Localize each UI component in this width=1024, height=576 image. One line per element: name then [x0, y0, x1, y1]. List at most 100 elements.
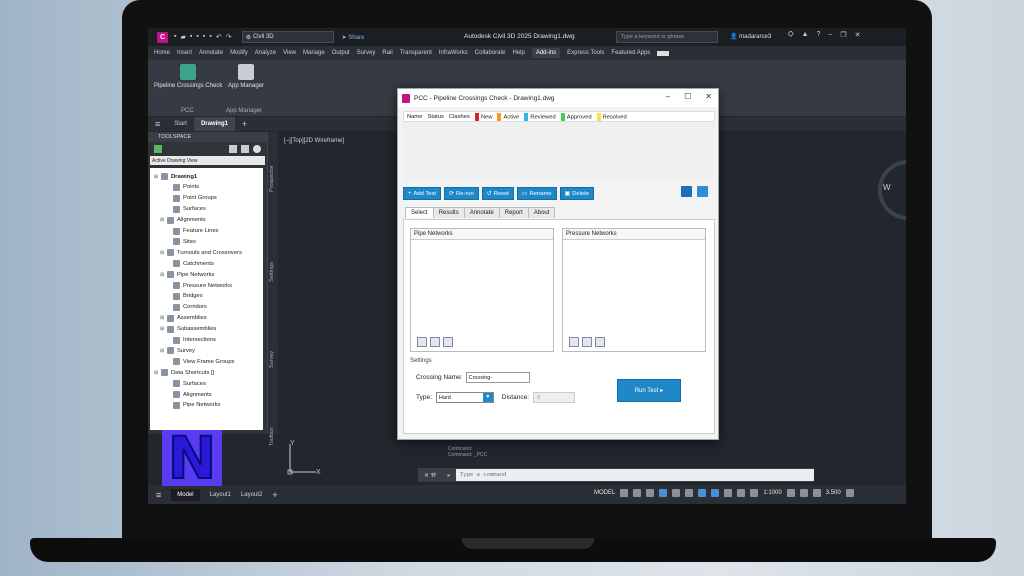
tree-item[interactable]: ⊞ Assemblies: [160, 313, 207, 324]
transparency-icon[interactable]: [724, 489, 733, 497]
ribbon-tab-insert[interactable]: Insert: [177, 50, 192, 56]
expand-icon[interactable]: ⊞: [160, 272, 165, 278]
dialog-minimize-icon[interactable]: –: [666, 92, 670, 101]
annotation-visibility-icon[interactable]: [750, 489, 759, 497]
toolspace-grid-icon[interactable]: [241, 145, 249, 153]
layout-menu-icon[interactable]: ≡: [156, 490, 161, 500]
add-test-button[interactable]: + Add Test: [403, 187, 441, 200]
tree-item[interactable]: Sites: [166, 236, 196, 247]
tree-item[interactable]: Alignments: [166, 389, 212, 400]
restore-icon[interactable]: ❐: [840, 31, 846, 39]
rerun-button[interactable]: ⟳ Re-run: [443, 187, 479, 200]
new-tab-button[interactable]: +: [235, 119, 254, 129]
ribbon-tab-infraworks[interactable]: InfraWorks: [439, 50, 468, 56]
plus-icon[interactable]: [799, 489, 808, 497]
print-icon[interactable]: ▪: [209, 33, 211, 41]
selection-cycling-icon[interactable]: [737, 489, 746, 497]
reset-button[interactable]: ↺ Reset: [481, 187, 514, 200]
isodraft-icon[interactable]: [672, 489, 681, 497]
tree-item[interactable]: Points: [166, 182, 199, 193]
toolspace-tree-icon[interactable]: [229, 145, 237, 153]
delete-button[interactable]: ▣ Delete: [559, 187, 594, 200]
ribbon-tab-express-tools[interactable]: Express Tools: [567, 50, 604, 56]
side-tab-prospector[interactable]: Prospector: [269, 165, 275, 192]
dialog-maximize-icon[interactable]: ☐: [684, 92, 691, 101]
tree-item[interactable]: Pressure Networks: [166, 280, 232, 291]
tabs-menu-icon[interactable]: ≡: [148, 119, 167, 129]
cart-icon[interactable]: ⛭: [788, 31, 794, 39]
select-all-icon[interactable]: [569, 337, 579, 347]
column-header-status[interactable]: Status: [427, 114, 443, 120]
autodesk-icon[interactable]: ▲: [802, 31, 809, 39]
close-icon[interactable]: ✕: [855, 31, 861, 39]
tree-item[interactable]: View Frame Groups: [166, 356, 234, 367]
web-icon[interactable]: ▪: [203, 33, 205, 41]
open-folder-icon[interactable]: [697, 186, 708, 197]
tab-layout1[interactable]: Layout1: [210, 492, 231, 498]
user-account[interactable]: 👤 madararce3: [730, 33, 771, 40]
tab-drawing1[interactable]: Drawing1: [193, 117, 235, 131]
ribbon-tab-modify[interactable]: Modify: [230, 50, 248, 56]
column-header-name[interactable]: Name: [407, 114, 422, 120]
results-list[interactable]: [403, 122, 715, 182]
add-layout-button[interactable]: +: [272, 490, 277, 500]
expand-icon[interactable]: ⊞: [160, 217, 165, 223]
toolspace-help-icon[interactable]: [253, 145, 261, 153]
expand-icon[interactable]: ⊞: [160, 348, 165, 354]
grid-icon[interactable]: [620, 489, 629, 497]
search-input[interactable]: Type a keyword or phrase: [616, 31, 718, 43]
expand-icon[interactable]: ⊞: [160, 250, 165, 256]
expand-icon[interactable]: ⊞: [160, 315, 165, 321]
ribbon-tab-manage[interactable]: Manage: [303, 50, 325, 56]
tree-item[interactable]: ⊞ Data Shortcuts []: [154, 367, 214, 378]
model-space-button[interactable]: MODEL: [594, 490, 615, 496]
app-logo[interactable]: C: [157, 31, 168, 43]
tab-results[interactable]: Results: [432, 207, 465, 218]
status-value[interactable]: 3.500: [826, 490, 841, 496]
tree-item[interactable]: ⊞ Subassemblies: [160, 324, 216, 335]
new-file-icon[interactable]: ▪: [174, 33, 176, 41]
save-icon[interactable]: ▪: [190, 33, 192, 41]
expand-icon[interactable]: ⊞: [154, 370, 159, 376]
dialog-close-icon[interactable]: ✕: [705, 92, 712, 101]
clean-screen-icon[interactable]: [845, 489, 854, 497]
ribbon-tab-survey[interactable]: Survey: [357, 50, 376, 56]
ribbon-overflow-icon[interactable]: [657, 50, 670, 56]
lineweight-icon[interactable]: [711, 489, 720, 497]
ribbon-tab-rail[interactable]: Rail: [382, 50, 392, 56]
tab-start[interactable]: Start: [167, 121, 194, 127]
tree-item[interactable]: ⊞ Pipe Networks: [160, 269, 214, 280]
ribbon-tab-featured-apps[interactable]: Featured Apps: [611, 50, 650, 56]
run-test-button[interactable]: Run Test ▸: [617, 379, 681, 402]
tree-item[interactable]: ⊞ Turnouts and Crossovers: [160, 247, 242, 258]
select-all-icon[interactable]: [417, 337, 427, 347]
settings-gear-icon[interactable]: [786, 489, 795, 497]
undo-icon[interactable]: ↶: [216, 33, 222, 41]
pipeline-crossings-check-button[interactable]: Pipeline Crossings Check: [154, 64, 222, 89]
pick-in-drawing-icon[interactable]: [595, 337, 605, 347]
tree-item[interactable]: ⊞ Survey: [160, 345, 195, 356]
ribbon-tab-output[interactable]: Output: [332, 50, 350, 56]
object-snap-tracking-icon[interactable]: [685, 489, 694, 497]
expand-icon[interactable]: ⊞: [154, 174, 159, 180]
command-input[interactable]: Type a command: [456, 469, 814, 481]
tab-report[interactable]: Report: [498, 207, 529, 218]
tab-select[interactable]: Select: [405, 207, 434, 218]
expand-icon[interactable]: ⊞: [160, 326, 165, 332]
pick-in-drawing-icon[interactable]: [443, 337, 453, 347]
save-icon[interactable]: [681, 186, 692, 197]
ribbon-tab-view[interactable]: View: [283, 50, 296, 56]
column-header-clashes[interactable]: Clashes: [449, 114, 470, 120]
side-tab-toolbox[interactable]: Toolbox: [269, 427, 275, 446]
tree-item[interactable]: Intersections: [166, 335, 216, 346]
ribbon-tab-home[interactable]: Home: [154, 50, 170, 56]
ribbon-tab-transparent[interactable]: Transparent: [400, 50, 432, 56]
side-tab-settings[interactable]: Settings: [269, 262, 275, 282]
toolspace-view-icon[interactable]: [154, 145, 162, 153]
polar-icon[interactable]: [659, 489, 668, 497]
tab-annotate[interactable]: Annotate: [463, 207, 500, 218]
minimize-icon[interactable]: –: [828, 31, 832, 39]
tree-item[interactable]: ⊞ Drawing1: [154, 171, 197, 182]
help-icon[interactable]: ?: [817, 31, 821, 39]
tree-item[interactable]: Pipe Networks: [166, 400, 220, 411]
